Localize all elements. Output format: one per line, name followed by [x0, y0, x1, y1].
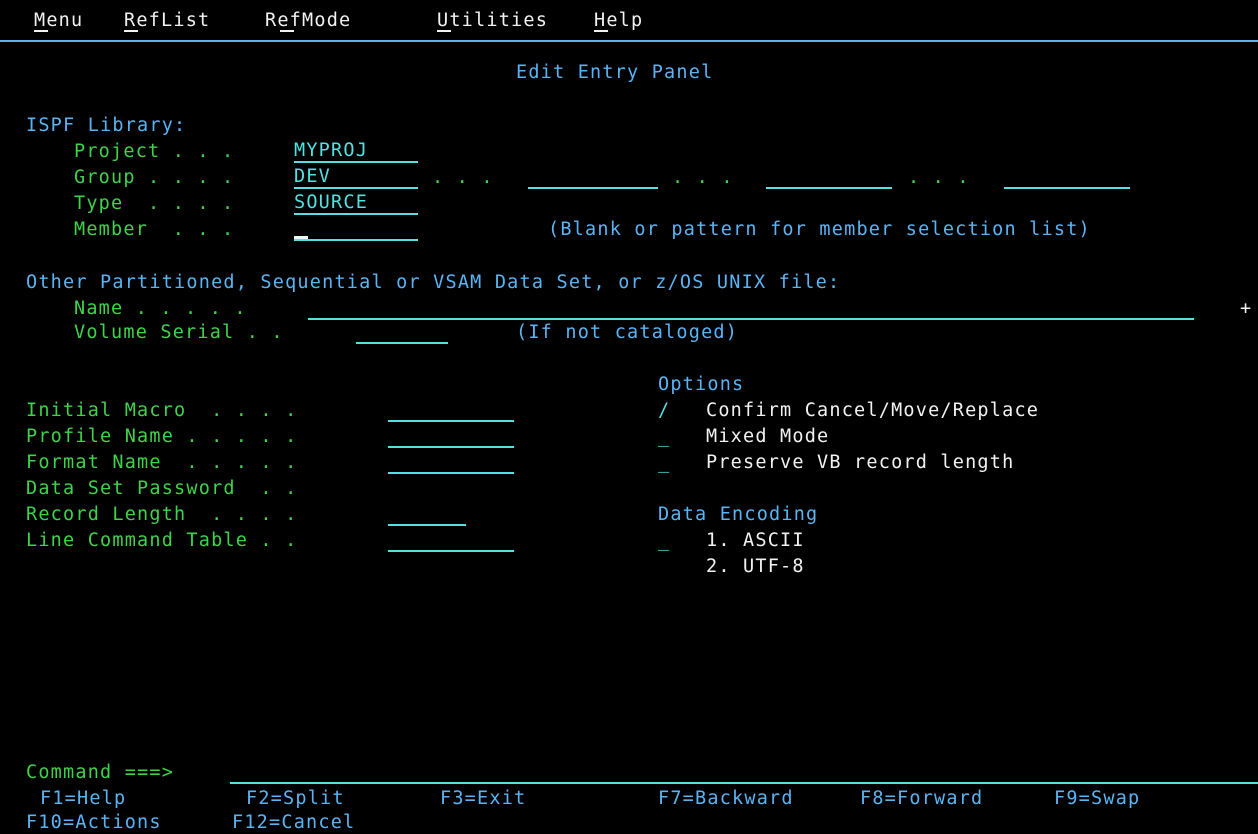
- menu-utilities[interactable]: Utilities: [437, 10, 548, 32]
- page-title: Edit Entry Panel: [516, 62, 714, 83]
- profile-name-field[interactable]: [388, 426, 514, 448]
- volume-serial-label: Volume Serial . .: [74, 322, 284, 343]
- member-label: Member . . .: [74, 219, 235, 240]
- text-cursor: [294, 236, 308, 239]
- menu-reflist[interactable]: RefList: [124, 10, 210, 32]
- menu-help[interactable]: Help: [594, 10, 643, 32]
- line-command-table-field[interactable]: [388, 530, 514, 552]
- profile-name-label: Profile Name . . . . .: [26, 426, 298, 447]
- group-field-4[interactable]: [1004, 167, 1130, 189]
- format-name-field[interactable]: [388, 452, 514, 474]
- volume-serial-hint: (If not cataloged): [516, 322, 739, 343]
- fkey-f8[interactable]: F8=Forward: [860, 788, 983, 810]
- other-dataset-heading: Other Partitioned, Sequential or VSAM Da…: [26, 272, 841, 293]
- confirm-label: Confirm Cancel/Move/Replace: [706, 400, 1040, 421]
- group-dots-3: . . .: [908, 167, 970, 188]
- menu-hotkey-underline: [34, 30, 48, 32]
- mixed-mode-label: Mixed Mode: [706, 426, 830, 447]
- reflist-hotkey-underline: [124, 30, 138, 32]
- confirm-checkbox[interactable]: /: [658, 400, 670, 422]
- ispf-library-heading: ISPF Library:: [26, 115, 187, 136]
- member-hint: (Blank or pattern for member selection l…: [548, 219, 1091, 240]
- data-set-password-label: Data Set Password . .: [26, 478, 298, 499]
- fkey-f9[interactable]: F9=Swap: [1054, 788, 1140, 810]
- fkey-f7[interactable]: F7=Backward: [658, 788, 794, 810]
- fkey-f1[interactable]: F1=Help: [40, 788, 126, 810]
- help-hotkey-underline: [594, 30, 608, 32]
- member-field[interactable]: [294, 219, 418, 241]
- record-length-label: Record Length . . . .: [26, 504, 298, 525]
- volume-serial-field[interactable]: [356, 322, 448, 344]
- group-dots-1: . . .: [432, 167, 494, 188]
- utilities-hotkey-underline: [437, 30, 451, 32]
- format-name-label: Format Name . . . . .: [26, 452, 298, 473]
- project-field[interactable]: MYPROJ: [294, 141, 418, 163]
- type-field[interactable]: SOURCE: [294, 193, 418, 215]
- initial-macro-label: Initial Macro . . . .: [26, 400, 298, 421]
- options-heading: Options: [658, 374, 745, 395]
- group-label: Group . . . .: [74, 167, 235, 188]
- data-encoding-heading: Data Encoding: [658, 504, 819, 525]
- dataset-name-field[interactable]: [308, 298, 1194, 320]
- encoding-option-utf8: 2. UTF-8: [706, 556, 805, 577]
- preserve-vb-label: Preserve VB record length: [706, 452, 1015, 473]
- command-label: Command ===>: [26, 762, 175, 783]
- menu-menu[interactable]: Menu: [34, 10, 83, 32]
- fkey-f10[interactable]: F10=Actions: [26, 812, 162, 834]
- encoding-option-ascii: 1. ASCII: [706, 530, 805, 551]
- fkey-f3[interactable]: F3=Exit: [440, 788, 526, 810]
- group-field-1[interactable]: DEV: [294, 167, 418, 189]
- group-field-2[interactable]: [528, 167, 658, 189]
- preserve-vb-checkbox[interactable]: _: [658, 452, 670, 474]
- group-field-3[interactable]: [766, 167, 892, 189]
- name-label: Name . . . . .: [74, 298, 247, 319]
- more-indicator: +: [1240, 298, 1253, 319]
- refmode-hotkey-underline: [280, 30, 294, 32]
- line-command-table-label: Line Command Table . .: [26, 530, 298, 551]
- type-label: Type . . . .: [74, 193, 235, 214]
- group-dots-2: . . .: [672, 167, 734, 188]
- menu-refmode[interactable]: RefMode: [265, 10, 351, 32]
- mixed-mode-checkbox[interactable]: _: [658, 426, 670, 448]
- command-input[interactable]: [230, 762, 1258, 784]
- record-length-field[interactable]: [388, 504, 466, 526]
- project-label: Project . . .: [74, 141, 235, 162]
- menubar-divider: [0, 40, 1258, 42]
- initial-macro-field[interactable]: [388, 400, 514, 422]
- data-encoding-field[interactable]: _: [658, 530, 670, 552]
- data-set-password-field[interactable]: [388, 478, 514, 500]
- fkey-f12[interactable]: F12=Cancel: [232, 812, 355, 834]
- fkey-f2[interactable]: F2=Split: [246, 788, 345, 810]
